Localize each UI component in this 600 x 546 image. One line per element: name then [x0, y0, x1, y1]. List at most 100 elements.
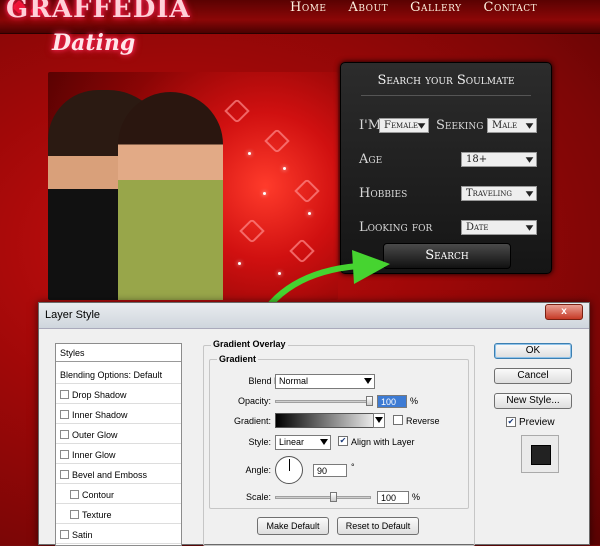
scale-label: Scale:: [245, 492, 271, 502]
search-title: Search your Soulmate: [377, 73, 515, 88]
seeking-select-value: Male: [492, 120, 518, 131]
styles-header-label: Styles: [60, 348, 85, 358]
chevron-down-icon: [525, 225, 534, 231]
looking-label: Looking for: [359, 220, 433, 235]
looking-select[interactable]: Date: [461, 220, 537, 235]
align-checkbox[interactable]: ✔: [338, 436, 348, 446]
checkbox[interactable]: [60, 470, 69, 480]
checkbox[interactable]: [60, 410, 69, 420]
blend-mode-value: Normal: [279, 376, 309, 386]
heart-icon: [224, 98, 250, 124]
angle-dial-hand: [289, 459, 290, 471]
drop-shadow-label: Drop Shadow: [72, 390, 127, 400]
close-button[interactable]: x: [545, 304, 583, 320]
gradient-picker[interactable]: [275, 413, 383, 428]
chevron-down-icon: [525, 191, 534, 197]
gradient-overlay-panel: Gradient Overlay Gradient Blend Mode: No…: [203, 339, 475, 546]
heart-icon: [294, 178, 320, 204]
scale-slider-thumb[interactable]: [330, 492, 337, 502]
sparkle-icon: [263, 192, 266, 195]
satin-label: Satin: [72, 530, 93, 540]
age-label: Age: [359, 152, 383, 167]
inner-glow-item[interactable]: Inner Glow: [56, 446, 181, 464]
angle-label: Angle:: [245, 465, 271, 475]
hobbies-select[interactable]: Traveling: [461, 186, 537, 201]
satin-item[interactable]: Satin: [56, 526, 181, 544]
style-value: Linear: [279, 437, 305, 447]
nav-about[interactable]: About: [349, 0, 389, 20]
angle-input[interactable]: 90: [313, 464, 347, 477]
preview-label: Preview: [519, 417, 555, 428]
scale-slider[interactable]: [275, 492, 371, 502]
opacity-slider-thumb[interactable]: [366, 396, 373, 406]
nav-home[interactable]: Home: [290, 0, 327, 20]
make-default-button[interactable]: Make Default: [257, 517, 329, 535]
outer-glow-item[interactable]: Outer Glow: [56, 426, 181, 444]
checkbox[interactable]: [60, 530, 69, 540]
angle-unit: °: [351, 462, 355, 472]
preview-swatch-inner: [531, 445, 551, 465]
new-style-button[interactable]: New Style...: [494, 393, 572, 409]
hobbies-label: Hobbies: [359, 186, 408, 201]
styles-list: Styles Blending Options: Default Drop Sh…: [55, 343, 182, 546]
chevron-down-icon: [375, 417, 383, 423]
looking-select-value: Date: [466, 222, 489, 233]
im-select[interactable]: Female: [379, 118, 429, 133]
sparkle-icon: [248, 152, 251, 155]
angle-dial[interactable]: [275, 456, 303, 484]
contour-label: Contour: [82, 490, 115, 500]
dialog-titlebar[interactable]: Layer Style x: [39, 303, 589, 329]
cancel-button[interactable]: Cancel: [494, 368, 572, 384]
inner-shadow-label: Inner Shadow: [72, 410, 128, 420]
align-label: Align with Layer: [351, 437, 415, 447]
reverse-label: Reverse: [406, 416, 440, 426]
blend-mode-select[interactable]: Normal: [275, 374, 375, 389]
site-nav: Home About Gallery Contact: [290, 0, 537, 20]
nav-contact[interactable]: Contact: [484, 0, 538, 20]
checkbox[interactable]: [70, 510, 79, 520]
drop-shadow-item[interactable]: Drop Shadow: [56, 386, 181, 404]
opacity-input[interactable]: 100: [377, 395, 407, 408]
inner-shadow-item[interactable]: Inner Shadow: [56, 406, 181, 424]
checkbox[interactable]: [70, 490, 79, 500]
age-select[interactable]: 18+: [461, 152, 537, 167]
group-title: Gradient: [217, 354, 259, 364]
preview-swatch: [521, 435, 559, 473]
opacity-label: Opacity:: [237, 396, 271, 406]
site-logo[interactable]: GRAFFEDIA: [6, 0, 191, 24]
preview-checkbox[interactable]: ✔: [506, 417, 516, 427]
dialog-title: Layer Style: [45, 309, 101, 321]
checkbox[interactable]: [60, 390, 69, 400]
inner-glow-label: Inner Glow: [72, 450, 116, 460]
contour-item[interactable]: Contour: [56, 486, 181, 504]
bevel-emboss-item[interactable]: Bevel and Emboss: [56, 466, 181, 484]
seeking-select[interactable]: Male: [487, 118, 537, 133]
opacity-slider[interactable]: [275, 396, 373, 406]
gradient-label: Gradient:: [233, 416, 271, 426]
gradient-dropdown[interactable]: [373, 413, 385, 428]
chevron-down-icon: [525, 157, 534, 163]
chevron-down-icon: [525, 123, 534, 129]
checkbox[interactable]: [60, 430, 69, 440]
reset-default-button[interactable]: Reset to Default: [337, 517, 419, 535]
reverse-checkbox[interactable]: [393, 415, 403, 425]
search-divider: [361, 95, 531, 96]
ok-button[interactable]: OK: [494, 343, 572, 359]
checkbox[interactable]: [60, 450, 69, 460]
nav-gallery[interactable]: Gallery: [410, 0, 461, 20]
chevron-down-icon: [320, 439, 328, 445]
chevron-down-icon: [364, 378, 372, 384]
search-button[interactable]: Search: [383, 243, 511, 269]
style-select[interactable]: Linear: [275, 435, 331, 450]
site-logo-subtitle: Dating: [52, 30, 136, 56]
sparkle-icon: [283, 167, 286, 170]
style-label: Style:: [248, 437, 271, 447]
outer-glow-label: Outer Glow: [72, 430, 118, 440]
styles-header[interactable]: Styles: [56, 344, 181, 362]
layer-style-dialog: Layer Style x Styles Blending Options: D…: [38, 302, 590, 546]
section-title: Gradient Overlay: [211, 339, 288, 349]
texture-item[interactable]: Texture: [56, 506, 181, 524]
scale-input[interactable]: 100: [377, 491, 409, 504]
blending-options-item[interactable]: Blending Options: Default: [56, 366, 181, 384]
blending-options-label: Blending Options: Default: [60, 370, 163, 380]
